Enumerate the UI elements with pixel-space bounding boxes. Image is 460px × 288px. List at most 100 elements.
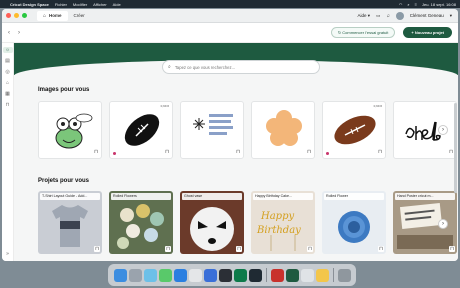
bookmark-icon[interactable]: ⊓ <box>165 149 169 155</box>
happy-birthday-topper-image: Happy Birthday <box>256 211 301 251</box>
control-center-icon[interactable]: ≡ <box>415 2 417 7</box>
help-label: Aide <box>357 12 367 18</box>
notification-bell-icon[interactable]: ♫ <box>386 13 389 18</box>
app-store-icon[interactable] <box>173 268 187 282</box>
projects-row: T-Shirt Layout Guide - Add... ⊓ Rolled F… <box>38 191 457 254</box>
safari-icon[interactable] <box>143 268 157 282</box>
back-arrow-icon[interactable]: ‹ <box>8 30 10 36</box>
project-label: Hand Poster cricut m... <box>395 193 455 200</box>
svg-text:Birthday: Birthday <box>256 225 301 236</box>
tab-creer-label: Créer <box>73 13 85 18</box>
bookmark-icon[interactable]: ⊓ <box>165 246 171 252</box>
expand-sidebar-icon[interactable]: » <box>6 251 9 257</box>
avatar[interactable] <box>395 11 404 20</box>
acrobat-icon[interactable] <box>270 268 284 282</box>
new-project-button[interactable]: + Nouveau projet <box>403 27 452 38</box>
dock-separator <box>332 268 334 282</box>
project-card[interactable]: Ghost vase ⊓ <box>180 191 244 254</box>
bookmark-icon[interactable]: ⊓ <box>378 246 384 252</box>
project-card[interactable]: Rolled Flower ⊓ <box>322 191 386 254</box>
calendar-icon[interactable]: ▦ <box>5 91 10 97</box>
price-label: 0,99 € <box>373 104 382 108</box>
image-card-frog[interactable]: ⊓ <box>38 101 102 159</box>
rolled-flower-image <box>338 211 370 243</box>
onepassword-icon[interactable] <box>218 268 232 282</box>
image-card-football-2[interactable]: 0,99 € ⊓ <box>322 101 386 159</box>
machine-icon[interactable]: ▤ <box>5 58 10 64</box>
cricut-icon[interactable] <box>285 268 299 282</box>
macos-menubar: Cricut Design Space Fichier Modifier Aff… <box>0 0 460 8</box>
project-card[interactable]: Rolled Flowers ⊓ <box>109 191 173 254</box>
new-project-label: Nouveau projet <box>414 30 444 35</box>
football-icon <box>124 114 160 146</box>
bookmark-icon[interactable]: ⊓ <box>378 149 382 155</box>
flower-icon <box>266 110 302 146</box>
images-next-arrow-icon[interactable]: › <box>438 125 448 135</box>
project-label: Happy Birthday Cake... <box>253 193 313 200</box>
search-input[interactable]: ⌕ Tapez ce que vous recherchez... <box>162 60 320 74</box>
project-label: Rolled Flower <box>324 193 384 200</box>
notes-icon[interactable] <box>315 268 329 282</box>
image-card-football[interactable]: 0,99 € ⊓ <box>109 101 173 159</box>
toolbar: ‹ › ↻ Commencer l'essai gratuit + Nouvea… <box>2 23 458 43</box>
trash-icon[interactable] <box>337 268 351 282</box>
start-free-trial-label: Commencer l'essai gratuit <box>342 30 389 35</box>
bookmark-icon[interactable]: ⊓ <box>449 149 453 155</box>
project-card[interactable]: T-Shirt Layout Guide - Add... ⊓ <box>38 191 102 254</box>
tshirt-image <box>52 205 88 247</box>
main-scrollbar[interactable] <box>454 103 457 193</box>
chevron-down-icon[interactable]: ▾ <box>450 13 452 19</box>
finder-icon[interactable] <box>113 268 127 282</box>
zoom-window-button[interactable] <box>22 13 27 18</box>
terminal-icon[interactable] <box>248 268 262 282</box>
lightbulb-icon[interactable]: ☼ <box>2 47 13 53</box>
messages-icon[interactable] <box>158 268 172 282</box>
scan-icon[interactable]: ◎ <box>5 69 9 75</box>
premium-badge <box>113 152 116 155</box>
projects-section-title: Projets pour vous <box>38 178 90 184</box>
minimize-window-button[interactable] <box>14 13 19 18</box>
forward-arrow-icon[interactable]: › <box>18 30 20 36</box>
shirt-icon[interactable]: ⌂ <box>6 80 9 86</box>
tab-home[interactable]: ⌂ Home <box>37 10 68 21</box>
projects-next-arrow-icon[interactable]: › <box>438 219 448 229</box>
menubar-item-fichier[interactable]: Fichier <box>55 2 67 7</box>
project-card[interactable]: Happy Birthday Happy Birthday Cake... ⊓ <box>251 191 315 254</box>
bookmark-icon[interactable]: ⊓ <box>236 246 242 252</box>
menubar-clock[interactable]: Jeu. 18 sept. 16:08 <box>422 2 456 7</box>
chrome-icon[interactable] <box>188 268 202 282</box>
bookmark-icon[interactable]: ⊓ <box>94 246 100 252</box>
menubar-app-name[interactable]: Cricut Design Space <box>10 2 49 7</box>
launchpad-icon[interactable] <box>128 268 142 282</box>
menubar-item-aide[interactable]: Aide <box>113 2 121 7</box>
rolled-flowers-image <box>117 204 164 249</box>
bookmark-icon[interactable]: ⊓ <box>449 246 455 252</box>
bookmark-icon[interactable]: ⊓ <box>236 149 240 155</box>
start-free-trial-button[interactable]: ↻ Commencer l'essai gratuit <box>330 27 396 38</box>
help-menu[interactable]: Aide ▾ <box>358 13 371 19</box>
notion-icon[interactable] <box>233 268 247 282</box>
tab-creer[interactable]: Créer <box>68 11 91 21</box>
system-settings-icon[interactable] <box>203 268 217 282</box>
close-window-button[interactable] <box>6 13 11 18</box>
menubar-item-modifier[interactable]: Modifier <box>73 2 87 7</box>
left-sidebar: ☼ ▤ ◎ ⌂ ▦ ⊓ » <box>2 43 14 261</box>
football-icon <box>334 115 376 145</box>
search-spotlight-icon[interactable]: ⌕ <box>407 2 409 7</box>
svg-text:Happy: Happy <box>260 211 294 222</box>
bookmark-icon[interactable]: ⊓ <box>307 246 313 252</box>
price-label: 0,99 € <box>160 104 169 108</box>
wifi-icon[interactable]: ◠ <box>399 2 403 7</box>
bookmark-icon[interactable]: ⊓ <box>94 149 98 155</box>
project-label: Ghost vase <box>182 193 242 200</box>
bookmark-icon[interactable]: ⊓ <box>307 149 311 155</box>
device-icon[interactable]: ▭ <box>376 13 380 19</box>
image-card-winter[interactable]: ⊓ <box>180 101 244 159</box>
menubar-item-afficher[interactable]: Afficher <box>93 2 107 7</box>
preview-icon[interactable] <box>300 268 314 282</box>
user-name[interactable]: Clément Geneau <box>410 13 444 18</box>
image-card-flower[interactable]: ⊓ <box>251 101 315 159</box>
shop-bag-icon[interactable]: ⊓ <box>6 102 10 108</box>
tab-home-label: Home <box>49 13 62 18</box>
dock-separator <box>265 268 267 282</box>
